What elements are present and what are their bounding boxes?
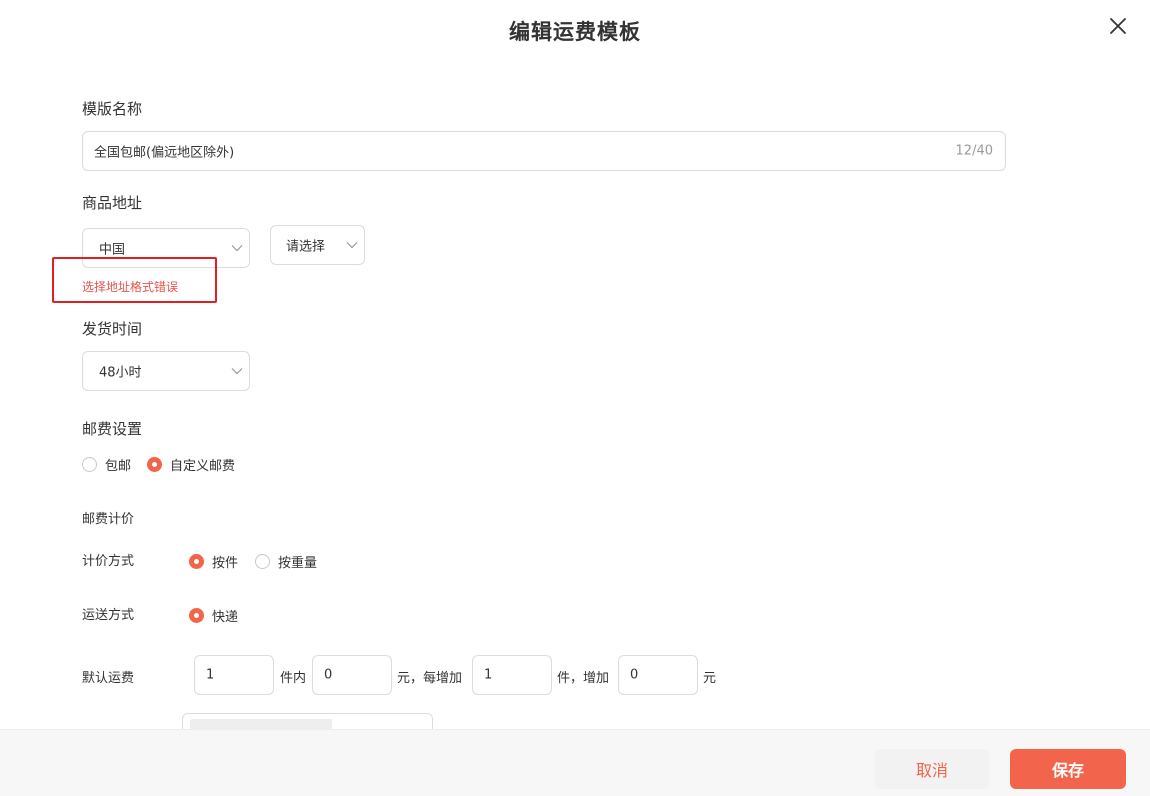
radio-circle (82, 457, 97, 472)
add-unit-text: 件，增加 (557, 671, 610, 686)
radio-express[interactable]: 快递 (189, 606, 238, 625)
yuan-text: 元 (703, 671, 717, 686)
postage-label: 邮费设置 (82, 420, 143, 438)
first-quantity-value: 1 (206, 667, 215, 683)
template-name-value: 全国包邮(偏远地区除外) (94, 145, 235, 161)
goods-address-label: 商品地址 (82, 194, 143, 212)
region-placeholder: 请选择 (286, 239, 326, 255)
radio-label: 按重量 (278, 556, 318, 571)
region-select[interactable]: 请选择 (270, 225, 365, 265)
radio-label: 按件 (212, 556, 239, 571)
radio-custom-postage[interactable]: 自定义邮费 (147, 455, 235, 474)
error-highlight-box (52, 257, 217, 303)
radio-by-weight[interactable]: 按重量 (255, 552, 317, 571)
first-unit-text: 件内 (280, 671, 307, 686)
radio-circle-checked (147, 457, 162, 472)
first-fee-value: 0 (324, 667, 333, 683)
template-name-label: 模版名称 (82, 100, 143, 118)
add-fee-value: 0 (630, 667, 639, 683)
table-header-bar (190, 719, 332, 729)
cancel-button[interactable]: 取消 (875, 749, 989, 789)
template-name-input[interactable]: 全国包邮(偏远地区除外) 12/40 (82, 131, 1006, 171)
ship-time-select[interactable]: 48小时 (82, 351, 250, 391)
radio-label: 快递 (212, 610, 239, 625)
chevron-down-icon (231, 245, 243, 252)
first-quantity-input[interactable]: 1 (194, 655, 274, 695)
radio-by-piece[interactable]: 按件 (189, 552, 238, 571)
pricing-method-label: 计价方式 (82, 554, 135, 569)
radio-circle-checked (189, 554, 204, 569)
close-icon[interactable] (1106, 14, 1130, 38)
radio-circle-checked (189, 608, 204, 623)
per-add-text: 元，每增加 (397, 671, 463, 686)
save-button[interactable]: 保存 (1010, 749, 1126, 789)
radio-label: 自定义邮费 (170, 459, 236, 474)
ship-time-label: 发货时间 (82, 320, 143, 338)
add-fee-input[interactable]: 0 (618, 655, 698, 695)
add-quantity-value: 1 (484, 667, 493, 683)
chevron-down-icon (231, 368, 243, 375)
ship-time-value: 48小时 (99, 365, 142, 381)
modal-title: 编辑运费模板 (509, 20, 641, 44)
radio-free-shipping[interactable]: 包邮 (82, 455, 131, 474)
country-value: 中国 (99, 242, 126, 258)
char-counter: 12/40 (955, 143, 993, 159)
radio-circle (255, 554, 270, 569)
radio-label: 包邮 (105, 459, 132, 474)
add-quantity-input[interactable]: 1 (472, 655, 552, 695)
first-fee-input[interactable]: 0 (312, 655, 392, 695)
pricing-section-label: 邮费计价 (82, 512, 135, 527)
delivery-method-label: 运送方式 (82, 608, 135, 623)
default-fee-label: 默认运费 (82, 671, 135, 686)
chevron-down-icon (346, 242, 358, 249)
